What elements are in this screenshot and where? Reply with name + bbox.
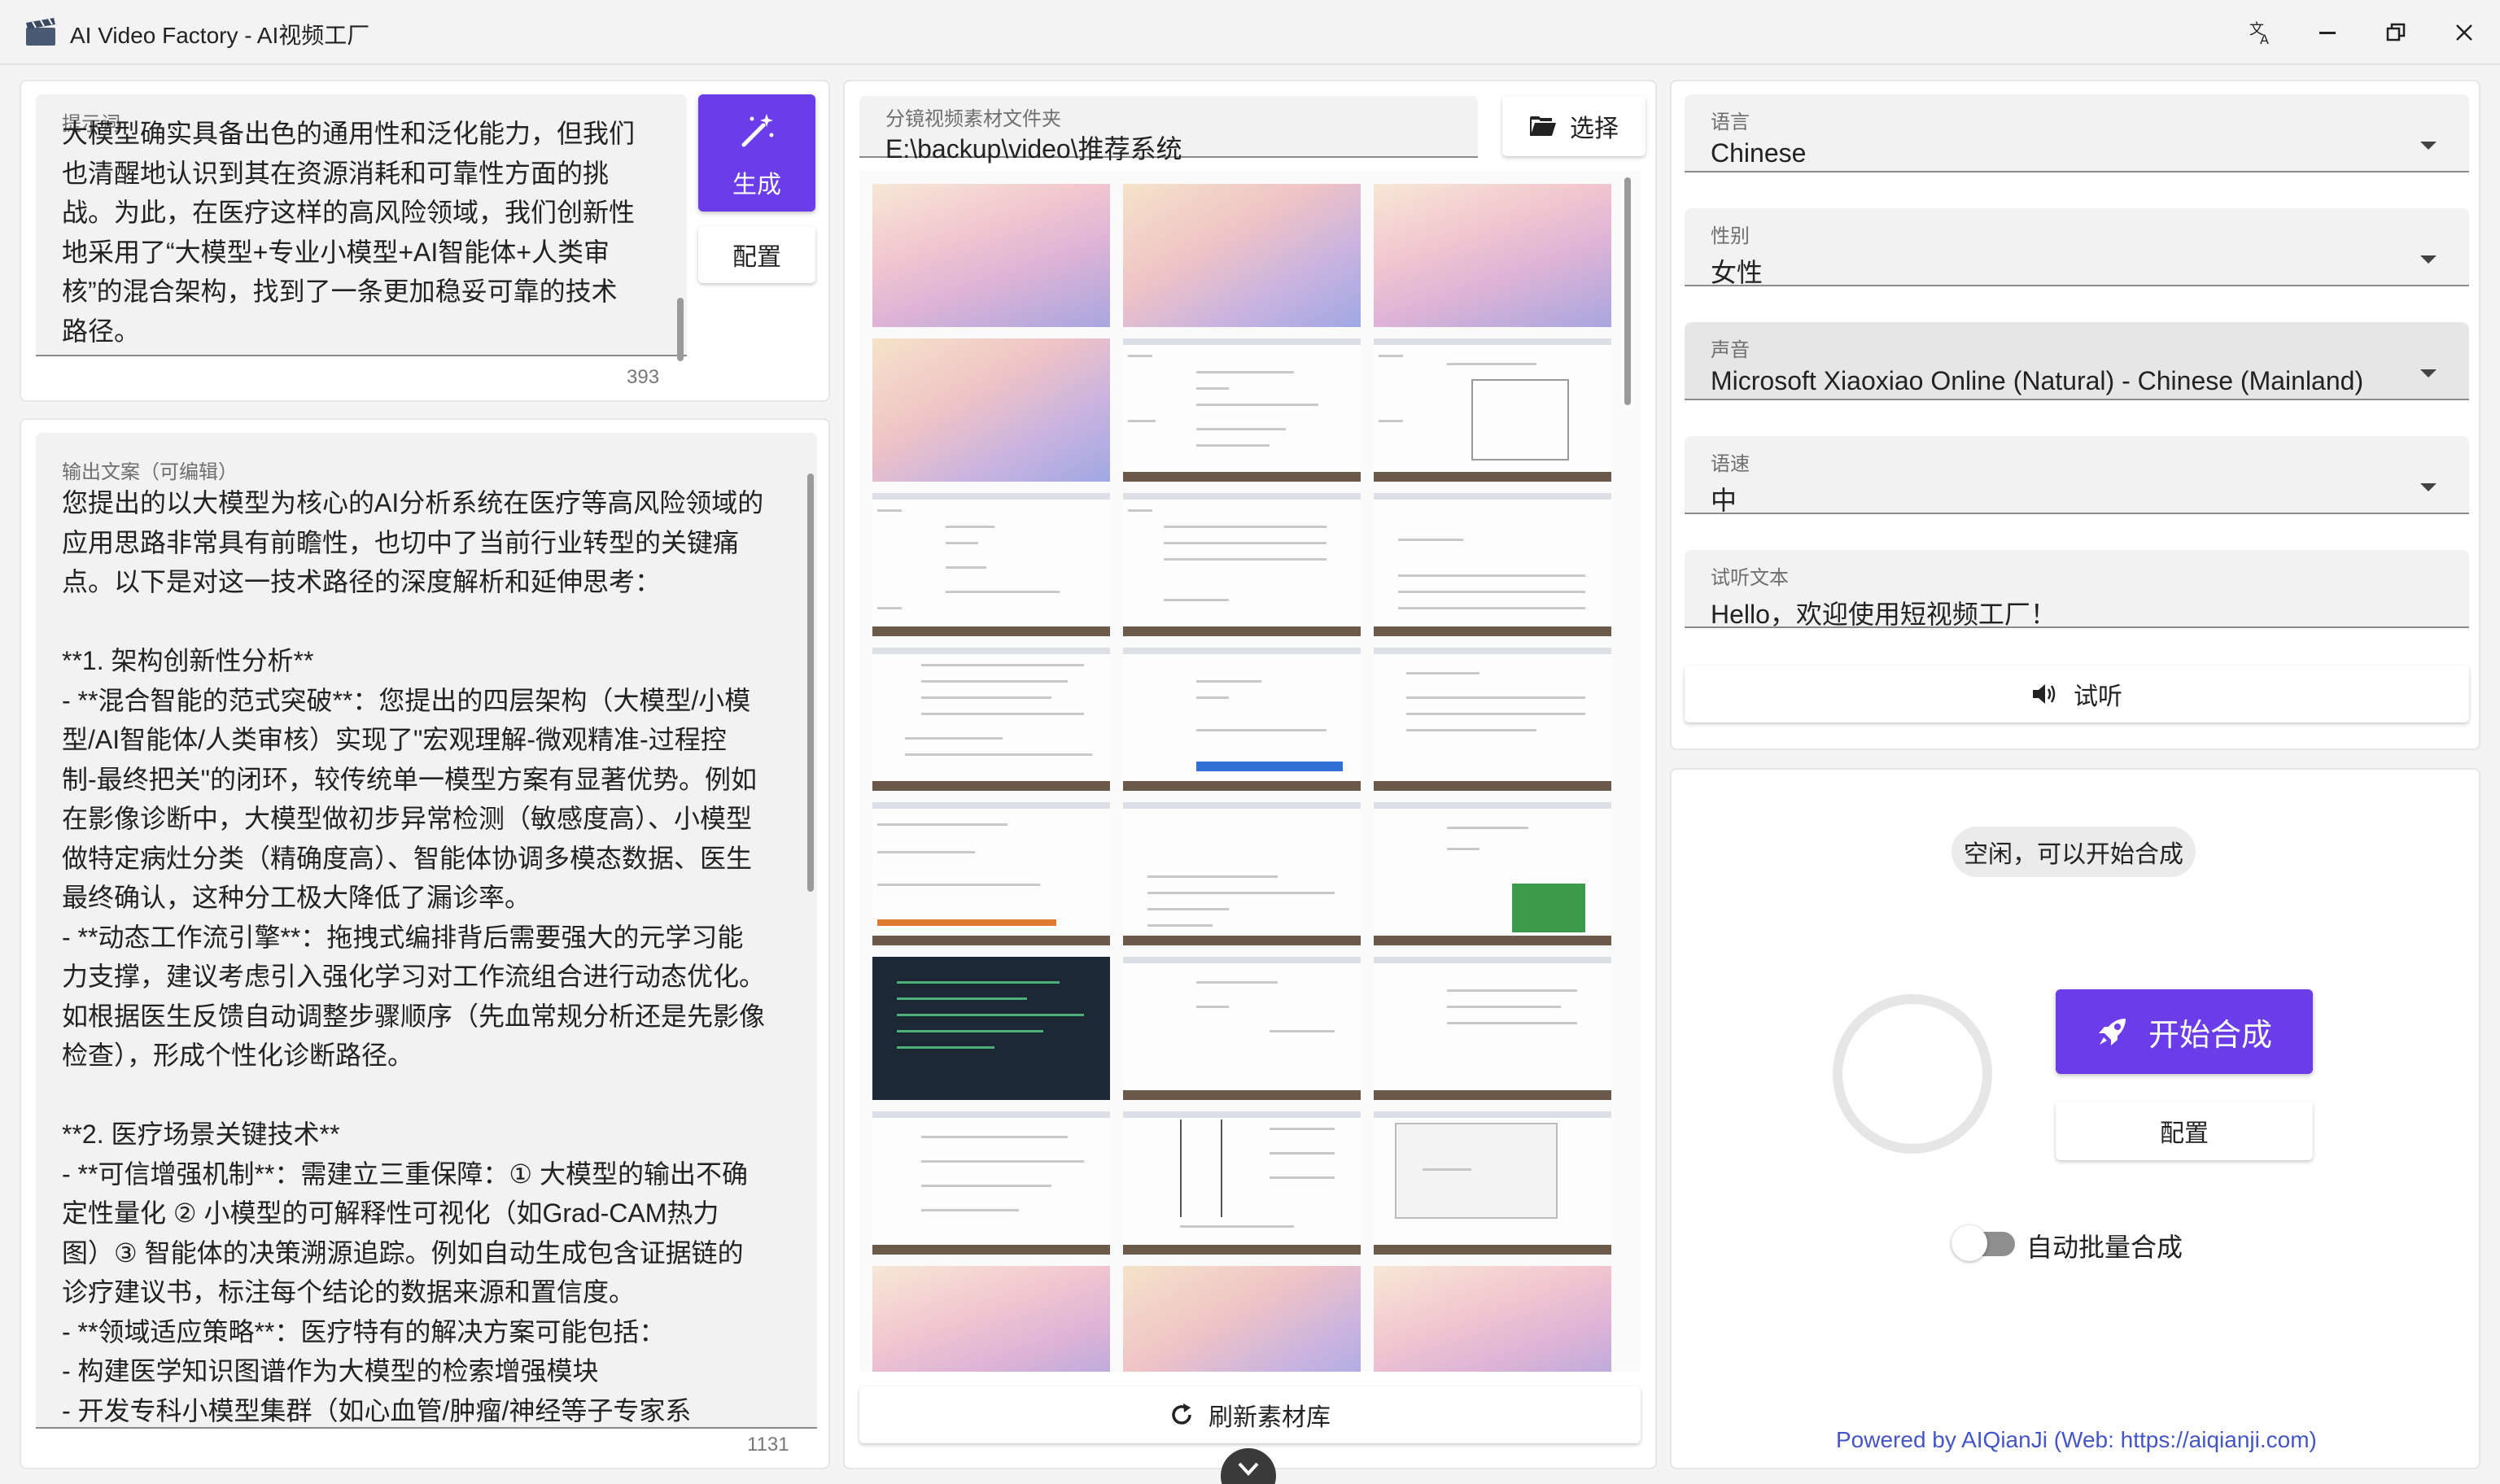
material-thumbnail[interactable] <box>872 648 1110 791</box>
listen-button[interactable]: 试听 <box>1685 666 2469 722</box>
material-thumbnail[interactable] <box>1123 184 1361 327</box>
material-thumbnail-grid <box>859 171 1641 1372</box>
material-thumbnail[interactable] <box>1374 802 1611 945</box>
material-thumbnail[interactable] <box>1123 1111 1361 1255</box>
material-folder-path: E:\backup\video\推荐系统 <box>885 134 1182 164</box>
auto-batch-toggle-knob[interactable] <box>1951 1225 1987 1261</box>
material-folder-label: 分镜视频素材文件夹 <box>885 108 1061 130</box>
gender-select[interactable]: 性别 女性 <box>1685 208 2469 287</box>
prompt-config-button[interactable]: 配置 <box>698 226 815 283</box>
material-thumbnail[interactable] <box>1123 338 1361 482</box>
material-thumbnail[interactable] <box>1374 1111 1611 1255</box>
output-label: 输出文案（可编辑） <box>62 461 238 483</box>
auto-batch-label: 自动批量合成 <box>2026 1233 2183 1262</box>
voice-settings-panel: 语言 Chinese 性别 女性 声音 Microsoft Xiaoxiao O… <box>1670 80 2480 750</box>
folder-open-icon <box>1530 116 1556 136</box>
material-thumbnail[interactable] <box>1123 648 1361 791</box>
material-thumbnail[interactable] <box>872 802 1110 945</box>
material-thumbnail[interactable] <box>1374 493 1611 636</box>
clapperboard-icon <box>26 18 55 46</box>
material-thumbnail[interactable] <box>872 1266 1110 1372</box>
material-thumbnail[interactable] <box>872 184 1110 327</box>
material-thumbnail[interactable] <box>872 957 1110 1100</box>
chevron-down-icon <box>2420 142 2437 150</box>
voice-select[interactable]: 声音 Microsoft Xiaoxiao Online (Natural) -… <box>1685 322 2469 400</box>
speed-select[interactable]: 语速 中 <box>1685 436 2469 515</box>
prompt-panel: 提示词 大模型确实具备出色的通用性和泛化能力，但我们 也清醒地认识到其在资源消耗… <box>20 80 830 402</box>
material-thumbnail[interactable] <box>1374 957 1611 1100</box>
prompt-scrollbar[interactable] <box>677 298 684 361</box>
material-thumbnail[interactable] <box>1374 648 1611 791</box>
material-thumbnail[interactable] <box>1123 957 1361 1100</box>
chevron-down-icon <box>2420 483 2437 491</box>
svg-text:A: A <box>2260 32 2269 46</box>
material-thumbnail[interactable] <box>872 338 1110 482</box>
start-synthesis-button[interactable]: 开始合成 <box>2056 989 2313 1074</box>
output-panel: 输出文案（可编辑） 您提出的以大模型为核心的AI分析系统在医疗等高风险领域的 应… <box>20 418 830 1469</box>
translate-icon[interactable]: 文A <box>2240 11 2282 54</box>
prompt-input[interactable]: 提示词 大模型确实具备出色的通用性和泛化能力，但我们 也清醒地认识到其在资源消耗… <box>36 94 687 361</box>
material-thumbnail[interactable] <box>1123 493 1361 636</box>
material-thumbnail[interactable] <box>1374 1266 1611 1372</box>
close-icon[interactable] <box>2443 11 2485 54</box>
material-thumbnail[interactable] <box>1123 1266 1361 1372</box>
material-scrollbar[interactable] <box>1624 177 1631 405</box>
restore-icon[interactable] <box>2375 11 2417 54</box>
preview-text-input[interactable]: 试听文本 Hello，欢迎使用短视频工厂！ <box>1685 550 2469 629</box>
refresh-icon <box>1172 1403 1191 1425</box>
generate-button[interactable]: 生成 <box>698 94 815 212</box>
material-thumbnail[interactable] <box>872 493 1110 636</box>
material-thumbnail[interactable] <box>1374 184 1611 327</box>
status-badge: 空闲，可以开始合成 <box>1951 827 2196 877</box>
prompt-text[interactable]: 大模型确实具备出色的通用性和泛化能力，但我们 也清醒地认识到其在资源消耗和可靠性… <box>62 114 664 355</box>
prompt-char-count: 393 <box>627 366 660 388</box>
powered-by-link[interactable]: Powered by AIQianJi (Web: https://aiqian… <box>1836 1427 2317 1453</box>
chevron-down-icon <box>1238 1462 1259 1476</box>
chevron-down-icon <box>2420 255 2437 264</box>
magic-wand-icon <box>741 114 774 147</box>
speaker-icon <box>2033 684 2056 704</box>
title-bar: AI Video Factory - AI视频工厂 文A <box>0 0 2500 65</box>
minimize-icon[interactable] <box>2306 11 2349 54</box>
rocket-icon <box>2098 1019 2126 1045</box>
select-folder-button[interactable]: 选择 <box>1502 96 1646 156</box>
language-select[interactable]: 语言 Chinese <box>1685 94 2469 172</box>
material-thumbnail[interactable] <box>1123 802 1361 945</box>
material-folder-field[interactable]: 分镜视频素材文件夹 E:\backup\video\推荐系统 <box>859 96 1478 164</box>
chevron-down-icon <box>2420 369 2437 378</box>
material-thumbnail[interactable] <box>872 1111 1110 1255</box>
material-thumbnail[interactable] <box>1374 338 1611 482</box>
synthesis-config-button[interactable]: 配置 <box>2056 1102 2313 1160</box>
output-text[interactable]: 您提出的以大模型为核心的AI分析系统在医疗等高风险领域的 应用思路非常具有前瞻性… <box>62 483 794 1427</box>
window-title: AI Video Factory - AI视频工厂 <box>70 23 370 48</box>
output-textarea[interactable]: 输出文案（可编辑） 您提出的以大模型为核心的AI分析系统在医疗等高风险领域的 应… <box>36 433 817 1429</box>
progress-ring <box>1833 994 1992 1154</box>
refresh-library-button[interactable]: 刷新素材库 <box>859 1386 1641 1443</box>
output-char-count: 1131 <box>747 1434 789 1456</box>
output-scrollbar[interactable] <box>807 474 814 892</box>
